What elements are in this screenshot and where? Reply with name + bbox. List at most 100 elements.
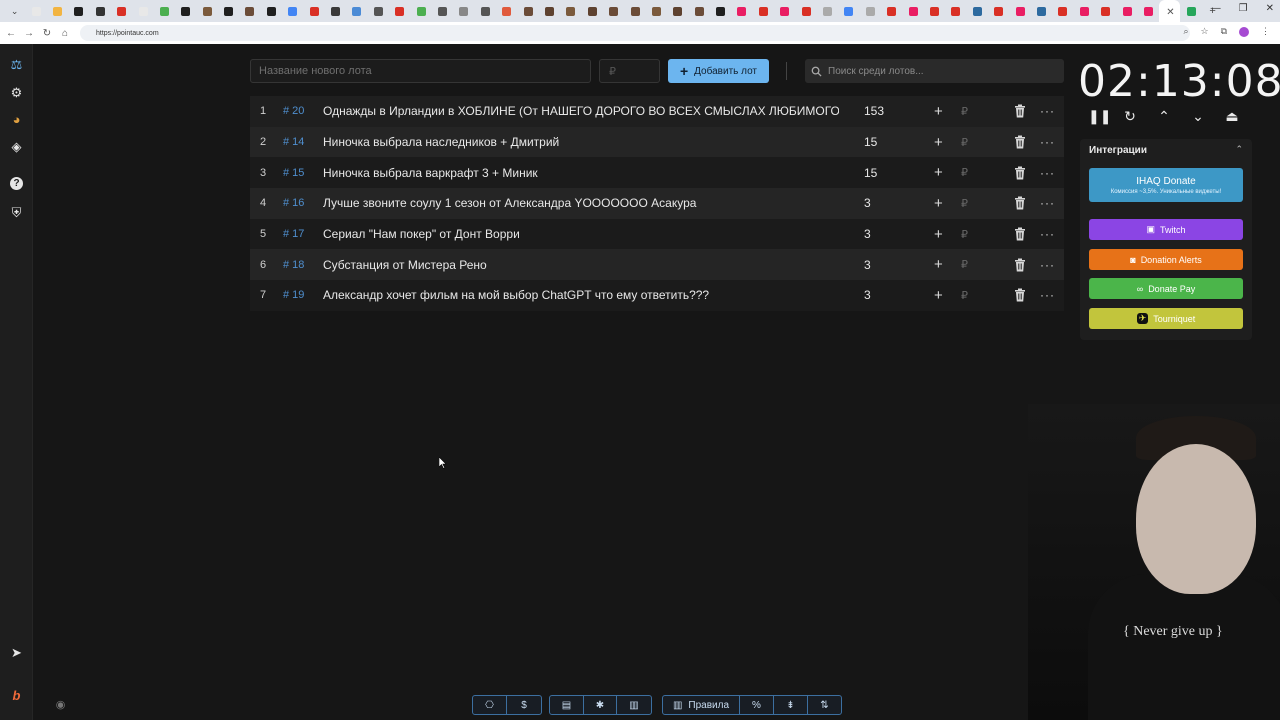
percent-icon[interactable]: %	[740, 696, 774, 714]
ruble-icon[interactable]: ₽	[961, 105, 968, 118]
browser-tab[interactable]	[945, 0, 966, 22]
trash-icon[interactable]	[1014, 258, 1026, 272]
lot-name[interactable]: Субстанция от Мистера Рено	[323, 258, 839, 272]
browser-tab[interactable]	[218, 0, 239, 22]
browser-tab[interactable]	[261, 0, 282, 22]
lot-name[interactable]: Ниночка выбрала варкрафт 3 + Миник	[323, 166, 839, 180]
shield-icon[interactable]: ⛨	[8, 204, 25, 221]
browser-tab[interactable]	[432, 0, 453, 22]
browser-tab[interactable]	[132, 0, 153, 22]
clear-lots-icon[interactable]: ▥	[617, 696, 651, 714]
ruble-icon[interactable]: ₽	[961, 166, 968, 179]
twitch-button[interactable]: ▣ Twitch	[1089, 219, 1243, 240]
browser-tab[interactable]	[795, 0, 816, 22]
browser-tab[interactable]	[817, 0, 838, 22]
trash-icon[interactable]	[1014, 166, 1026, 180]
lot-amount[interactable]: 3	[864, 258, 871, 272]
browser-tab[interactable]	[1074, 0, 1095, 22]
more-options-icon[interactable]: ···	[1040, 258, 1055, 272]
lot-id-link[interactable]: # 16	[283, 197, 304, 209]
add-amount-icon[interactable]: +	[934, 256, 943, 273]
lot-row[interactable]: 3 # 15 Ниночка выбрала варкрафт 3 + Миник 1…	[250, 157, 1064, 189]
browser-tab[interactable]: ✕	[1159, 0, 1181, 22]
browser-tab[interactable]	[902, 0, 923, 22]
extensions-icon[interactable]: ⧉	[1221, 26, 1227, 37]
browser-tab[interactable]	[517, 0, 538, 22]
more-options-icon[interactable]: ···	[1040, 288, 1055, 302]
add-amount-icon[interactable]: +	[934, 134, 943, 151]
tourniquet-button[interactable]: ✈ Tourniquet	[1089, 308, 1243, 329]
collapse-chevron-icon[interactable]: ⌃	[1235, 144, 1243, 155]
bug-report-icon[interactable]: ✱	[584, 696, 617, 714]
more-options-icon[interactable]: ···	[1040, 104, 1055, 118]
rules-button[interactable]: ▥ Правила	[663, 696, 740, 714]
browser-tab[interactable]	[710, 0, 731, 22]
back-icon[interactable]: ←	[2, 28, 20, 39]
add-lot-button[interactable]: + Добавить лот	[668, 59, 769, 83]
browser-tab[interactable]	[154, 0, 175, 22]
browser-tab[interactable]	[881, 0, 902, 22]
browser-tab[interactable]	[475, 0, 496, 22]
browser-tab[interactable]	[753, 0, 774, 22]
layers-icon[interactable]: ◈	[8, 138, 25, 155]
decrease-time-icon[interactable]: ⌄	[1190, 108, 1206, 125]
lot-amount[interactable]: 153	[864, 104, 884, 118]
browser-tab[interactable]	[282, 0, 303, 22]
lot-amount[interactable]: 3	[864, 196, 871, 210]
lot-row[interactable]: 6 # 18 Субстанция от Мистера Рено 3 + ₽ ···	[250, 249, 1064, 281]
browser-tab[interactable]	[1031, 0, 1052, 22]
ihaq-donate-button[interactable]: IHAQ Donate Комиссия ~3,5%. Уникальные в…	[1089, 168, 1243, 202]
lot-row[interactable]: 4 # 16 Лучше звоните соулу 1 сезон от Алек…	[250, 188, 1064, 219]
browser-tab[interactable]	[175, 0, 196, 22]
ruble-icon[interactable]: ₽	[961, 258, 968, 271]
help-icon[interactable]: ?	[10, 177, 23, 190]
collapse-rows-icon[interactable]: ⇟	[774, 696, 808, 714]
browser-tab[interactable]	[1180, 0, 1201, 22]
browser-tab[interactable]	[689, 0, 710, 22]
pause-icon[interactable]: ❚❚	[1088, 108, 1111, 125]
lot-search-input[interactable]: Поиск среди лотов...	[805, 59, 1064, 83]
save-icon[interactable]: ▤	[550, 696, 584, 714]
bookmark-star-icon[interactable]: ☆	[1200, 26, 1208, 37]
browser-tab[interactable]	[603, 0, 624, 22]
browser-tab[interactable]	[667, 0, 688, 22]
browser-tab[interactable]	[1052, 0, 1073, 22]
lot-id-link[interactable]: # 20	[283, 105, 304, 117]
trash-icon[interactable]	[1014, 135, 1026, 149]
lot-name[interactable]: Однажды в Ирландии в ХОБЛИНЕ (От НАШЕГО …	[323, 104, 839, 118]
tab-close-icon[interactable]: ✕	[1166, 7, 1175, 18]
add-amount-icon[interactable]: +	[934, 164, 943, 181]
lot-id-link[interactable]: # 19	[283, 289, 304, 301]
browser-tab[interactable]	[624, 0, 645, 22]
double-increase-icon[interactable]: ⏏	[1224, 108, 1240, 125]
sort-icon[interactable]: ⇅	[808, 696, 841, 714]
trash-icon[interactable]	[1014, 227, 1026, 241]
tab-list-chevron-icon[interactable]: ⌄	[4, 0, 25, 22]
browser-tab[interactable]	[346, 0, 367, 22]
browser-tab[interactable]	[924, 0, 945, 22]
lot-amount[interactable]: 3	[864, 227, 871, 241]
lot-row[interactable]: 7 # 19 Александр хочет фильм на мой выбор …	[250, 280, 1064, 311]
browser-tab[interactable]	[860, 0, 881, 22]
lot-row[interactable]: 1 # 20 Однажды в Ирландии в ХОБЛИНЕ (От НА…	[250, 96, 1064, 127]
trash-icon[interactable]	[1014, 288, 1026, 302]
home-icon[interactable]: ⌂	[56, 28, 74, 39]
browser-tab[interactable]	[560, 0, 581, 22]
lot-row[interactable]: 5 # 17 Сериал "Нам покер" от Донт Ворри 3 + ₽…	[250, 218, 1064, 250]
browser-tab[interactable]	[496, 0, 517, 22]
browser-tab[interactable]	[197, 0, 218, 22]
browser-tab[interactable]	[1116, 0, 1137, 22]
maximize-icon[interactable]: ❐	[1239, 3, 1248, 14]
lot-id-link[interactable]: # 17	[283, 228, 304, 240]
donate-pay-button[interactable]: ∞ Donate Pay	[1089, 278, 1243, 299]
lot-id-link[interactable]: # 15	[283, 167, 304, 179]
ruble-icon[interactable]: ₽	[961, 228, 968, 241]
trash-icon[interactable]	[1014, 104, 1026, 118]
browser-tab[interactable]	[1095, 0, 1116, 22]
reload-icon[interactable]: ↻	[38, 28, 56, 39]
reset-icon[interactable]: ↻	[1122, 108, 1138, 125]
browser-tab[interactable]	[111, 0, 132, 22]
more-options-icon[interactable]: ···	[1040, 227, 1055, 241]
more-options-icon[interactable]: ···	[1040, 135, 1055, 149]
browser-tab[interactable]	[25, 0, 46, 22]
